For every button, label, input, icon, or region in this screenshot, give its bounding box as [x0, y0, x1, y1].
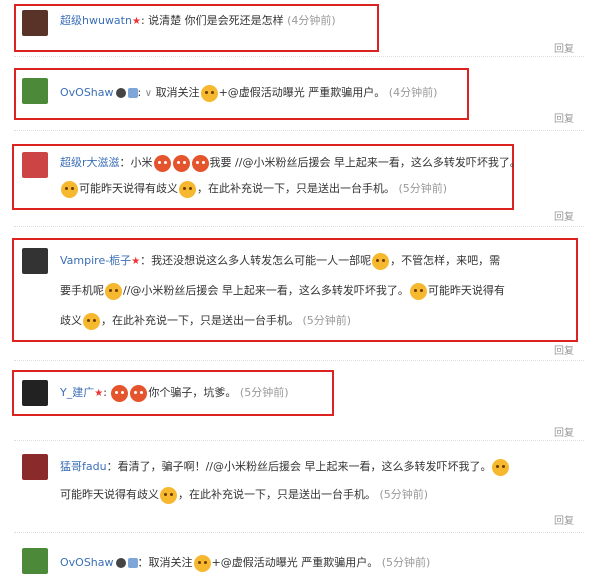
timestamp: (5分钟前) — [398, 182, 448, 195]
comment-text: 可能昨天说得有 — [427, 284, 505, 297]
divider — [14, 360, 584, 361]
comment-text: ：我还没想说这么多人转发怎么可能一人一部呢 — [140, 254, 372, 267]
comment-text: 要手机呢 — [60, 284, 104, 297]
comment-text: 说清楚 你们是会死还是怎样 — [148, 14, 284, 27]
comment-4-line-1: Vampire-栀子★：我还没想说这么多人转发怎么可能一人一部呢 ，不管怎样，来吧… — [60, 252, 500, 271]
timestamp: (5分钟前) — [302, 314, 352, 327]
badge-icon — [115, 558, 126, 568]
comment-text: 可能昨天说得有歧义 — [60, 488, 159, 501]
comment-text: 可能昨天说得有歧义 — [79, 182, 178, 195]
comment-text: 歧义 — [60, 314, 82, 327]
divider — [14, 440, 584, 441]
verified-star-icon: ★ — [94, 388, 104, 399]
sweat-emoji-icon — [492, 458, 510, 476]
comment-5-line: Y_建广★: 你个骗子，坑爹。 (5分钟前) — [60, 384, 289, 403]
comment-2-line: OvOShaw: ∨ 取消关注 +@虚假活动曝光 严重欺骗用户。 (4分钟前) — [60, 84, 437, 103]
divider — [14, 226, 584, 227]
avatar[interactable] — [22, 248, 48, 274]
timestamp: (4分钟前) — [388, 86, 438, 99]
comment-text: ：看清了，骗子啊！//@小米粉丝后援会 早上起来一看，这么多转发吓坏我了。 — [106, 460, 492, 473]
comment-text: ，在此补充说一下，只是送出一台手机。 — [178, 488, 376, 501]
smile-emoji-icon — [200, 84, 218, 102]
angry-emoji-icon — [111, 384, 129, 402]
username-link[interactable]: Vampire-栀子 — [60, 254, 131, 267]
comment-text: 我要 //@小米粉丝后援会 早上起来一看，这么多转发吓坏我了。 — [209, 156, 521, 169]
username-link[interactable]: OvOShaw — [60, 556, 114, 569]
reply-button[interactable]: 回复 — [554, 110, 574, 125]
comment-1-line: 超级hwuwatn★: 说清楚 你们是会死还是怎样 (4分钟前) — [60, 14, 336, 27]
timestamp: (5分钟前) — [239, 386, 289, 399]
divider — [14, 130, 584, 131]
comment-3-line-1: 超级r大滋滋：小米 我要 //@小米粉丝后援会 早上起来一看，这么多转发吓坏我了。 — [60, 154, 521, 172]
angry-emoji-icon — [172, 154, 190, 172]
comment-6-line-1: 猛哥fadu：看清了，骗子啊！//@小米粉丝后援会 早上起来一看，这么多转发吓坏… — [60, 458, 510, 476]
reply-button[interactable]: 回复 — [554, 512, 574, 527]
sweat-emoji-icon — [61, 180, 78, 198]
angry-emoji-icon — [191, 154, 209, 172]
angry-emoji-icon — [130, 384, 148, 402]
badge-icon — [115, 88, 126, 98]
comment-text: ，在此补充说一下，只是送出一台手机。 — [101, 314, 299, 327]
drool-emoji-icon — [105, 282, 122, 300]
vip-icon: ∨ — [144, 88, 153, 99]
timestamp: (5分钟前) — [381, 556, 431, 569]
avatar[interactable] — [22, 380, 48, 406]
timestamp: (4分钟前) — [287, 14, 336, 27]
comment-text: +@虚假活动曝光 严重欺骗用户。 — [218, 86, 386, 99]
comment-text: ：小米 — [119, 156, 153, 169]
comment-text: ：取消关注 — [137, 556, 193, 569]
smile-emoji-icon — [193, 554, 211, 572]
comment-text: ，在此补充说一下，只是送出一台手机。 — [197, 182, 395, 195]
avatar[interactable] — [22, 10, 48, 36]
comment-text: 你个骗子，坑爹。 — [148, 386, 237, 399]
avatar[interactable] — [22, 78, 48, 104]
comment-3-line-2: 可能昨天说得有歧义 ，在此补充说一下，只是送出一台手机。 (5分钟前) — [60, 180, 447, 198]
sweat-emoji-icon — [409, 282, 427, 300]
avatar[interactable] — [22, 152, 48, 178]
member-icon — [127, 558, 138, 568]
comment-7-line: OvOShaw ：取消关注 +@虚假活动曝光 严重欺骗用户。 (5分钟前) — [60, 554, 430, 572]
comment-4-line-3: 歧义 ，在此补充说一下，只是送出一台手机。 (5分钟前) — [60, 312, 351, 330]
reply-button[interactable]: 回复 — [554, 40, 574, 55]
angry-emoji-icon — [153, 154, 171, 172]
avatar[interactable] — [22, 454, 48, 480]
reply-button[interactable]: 回复 — [554, 208, 574, 223]
divider — [14, 532, 584, 533]
comment-text: //@小米粉丝后援会 早上起来一看，这么多转发吓坏我了。 — [123, 284, 409, 297]
username-link[interactable]: 超级hwuwatn — [60, 14, 132, 27]
username-link[interactable]: 超级r大滋滋 — [60, 156, 120, 169]
username-link[interactable]: Y_建广 — [60, 386, 94, 399]
laugh-emoji-icon — [160, 486, 177, 504]
comment-6-line-2: 可能昨天说得有歧义 ，在此补充说一下，只是送出一台手机。 (5分钟前) — [60, 486, 428, 504]
timestamp: (5分钟前) — [379, 488, 429, 501]
member-icon — [127, 88, 138, 98]
verified-star-icon: ★ — [131, 16, 141, 27]
username-link[interactable]: OvOShaw — [60, 86, 114, 99]
comment-text: +@虚假活动曝光 严重欺骗用户。 — [211, 556, 379, 569]
reply-button[interactable]: 回复 — [554, 342, 574, 357]
smile-emoji-icon — [372, 252, 390, 270]
laugh-emoji-icon — [83, 312, 100, 330]
reply-button[interactable]: 回复 — [554, 424, 574, 439]
comment-text: ，不管怎样，来吧，需 — [390, 254, 501, 267]
verified-star-icon: ★ — [131, 256, 141, 267]
avatar[interactable] — [22, 548, 48, 574]
laugh-emoji-icon — [179, 180, 196, 198]
username-link[interactable]: 猛哥fadu — [60, 460, 107, 473]
comment-4-line-2: 要手机呢 //@小米粉丝后援会 早上起来一看，这么多转发吓坏我了。 可能昨天说得有 — [60, 282, 505, 300]
divider — [14, 56, 584, 57]
comment-text: 取消关注 — [155, 86, 200, 99]
